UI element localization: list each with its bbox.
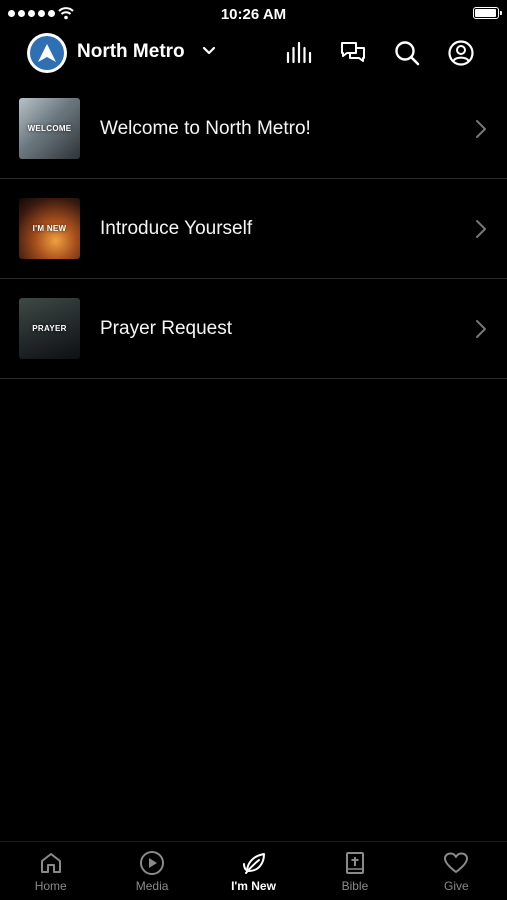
im-new-thumbnail: I'M NEW (19, 198, 80, 259)
tab-label: Media (135, 879, 169, 893)
status-bar: 10:26 AM (0, 0, 507, 28)
thumbnail-text: I'M NEW (32, 224, 67, 233)
bible-icon (345, 852, 364, 874)
logo-arrow-icon (38, 44, 56, 62)
tab-label: Give (443, 879, 469, 893)
list-item-prayer[interactable]: PRAYER Prayer Request (0, 279, 507, 379)
leaf-icon (242, 853, 265, 874)
tab-bible[interactable]: Bible (304, 842, 405, 900)
prayer-thumbnail: PRAYER (19, 298, 80, 359)
tab-label: I'm New (231, 879, 276, 893)
church-logo[interactable] (27, 33, 67, 73)
list-item-label: Welcome to North Metro! (100, 118, 311, 139)
status-time: 10:26 AM (220, 6, 287, 23)
play-icon (140, 851, 165, 875)
chevron-right-icon (476, 120, 486, 138)
chevron-right-icon (476, 220, 486, 238)
search-icon[interactable] (393, 39, 421, 67)
tab-bar: Home Media I'm New Bible Give (0, 841, 507, 900)
profile-icon[interactable] (447, 39, 475, 67)
tab-label: Home (34, 879, 67, 893)
tab-im-new[interactable]: I'm New (203, 842, 304, 900)
thumbnail-text: PRAYER (32, 324, 67, 333)
audio-icon[interactable] (285, 39, 313, 67)
tab-media[interactable]: Media (101, 842, 202, 900)
list-item-label: Introduce Yourself (100, 218, 253, 239)
thumbnail-text: WELCOME (27, 124, 72, 133)
menu-list: WELCOME Welcome to North Metro! I'M NEW … (0, 79, 507, 379)
app-screen: 10:26 AM North Metro WELCOME Welcome to … (0, 0, 507, 900)
list-item-welcome[interactable]: WELCOME Welcome to North Metro! (0, 79, 507, 179)
tab-give[interactable]: Give (406, 842, 507, 900)
tab-label: Bible (341, 879, 369, 893)
chevron-right-icon (476, 320, 486, 338)
battery-icon (473, 7, 502, 19)
list-item-label: Prayer Request (100, 318, 233, 339)
app-header: North Metro (0, 28, 507, 80)
tab-home[interactable]: Home (0, 842, 101, 900)
chevron-down-icon[interactable] (201, 43, 217, 59)
org-switcher-label[interactable]: North Metro (77, 41, 185, 63)
list-item-introduce[interactable]: I'M NEW Introduce Yourself (0, 179, 507, 279)
home-icon (40, 853, 61, 873)
welcome-thumbnail: WELCOME (19, 98, 80, 159)
chat-icon[interactable] (339, 39, 367, 67)
heart-icon (444, 852, 469, 873)
